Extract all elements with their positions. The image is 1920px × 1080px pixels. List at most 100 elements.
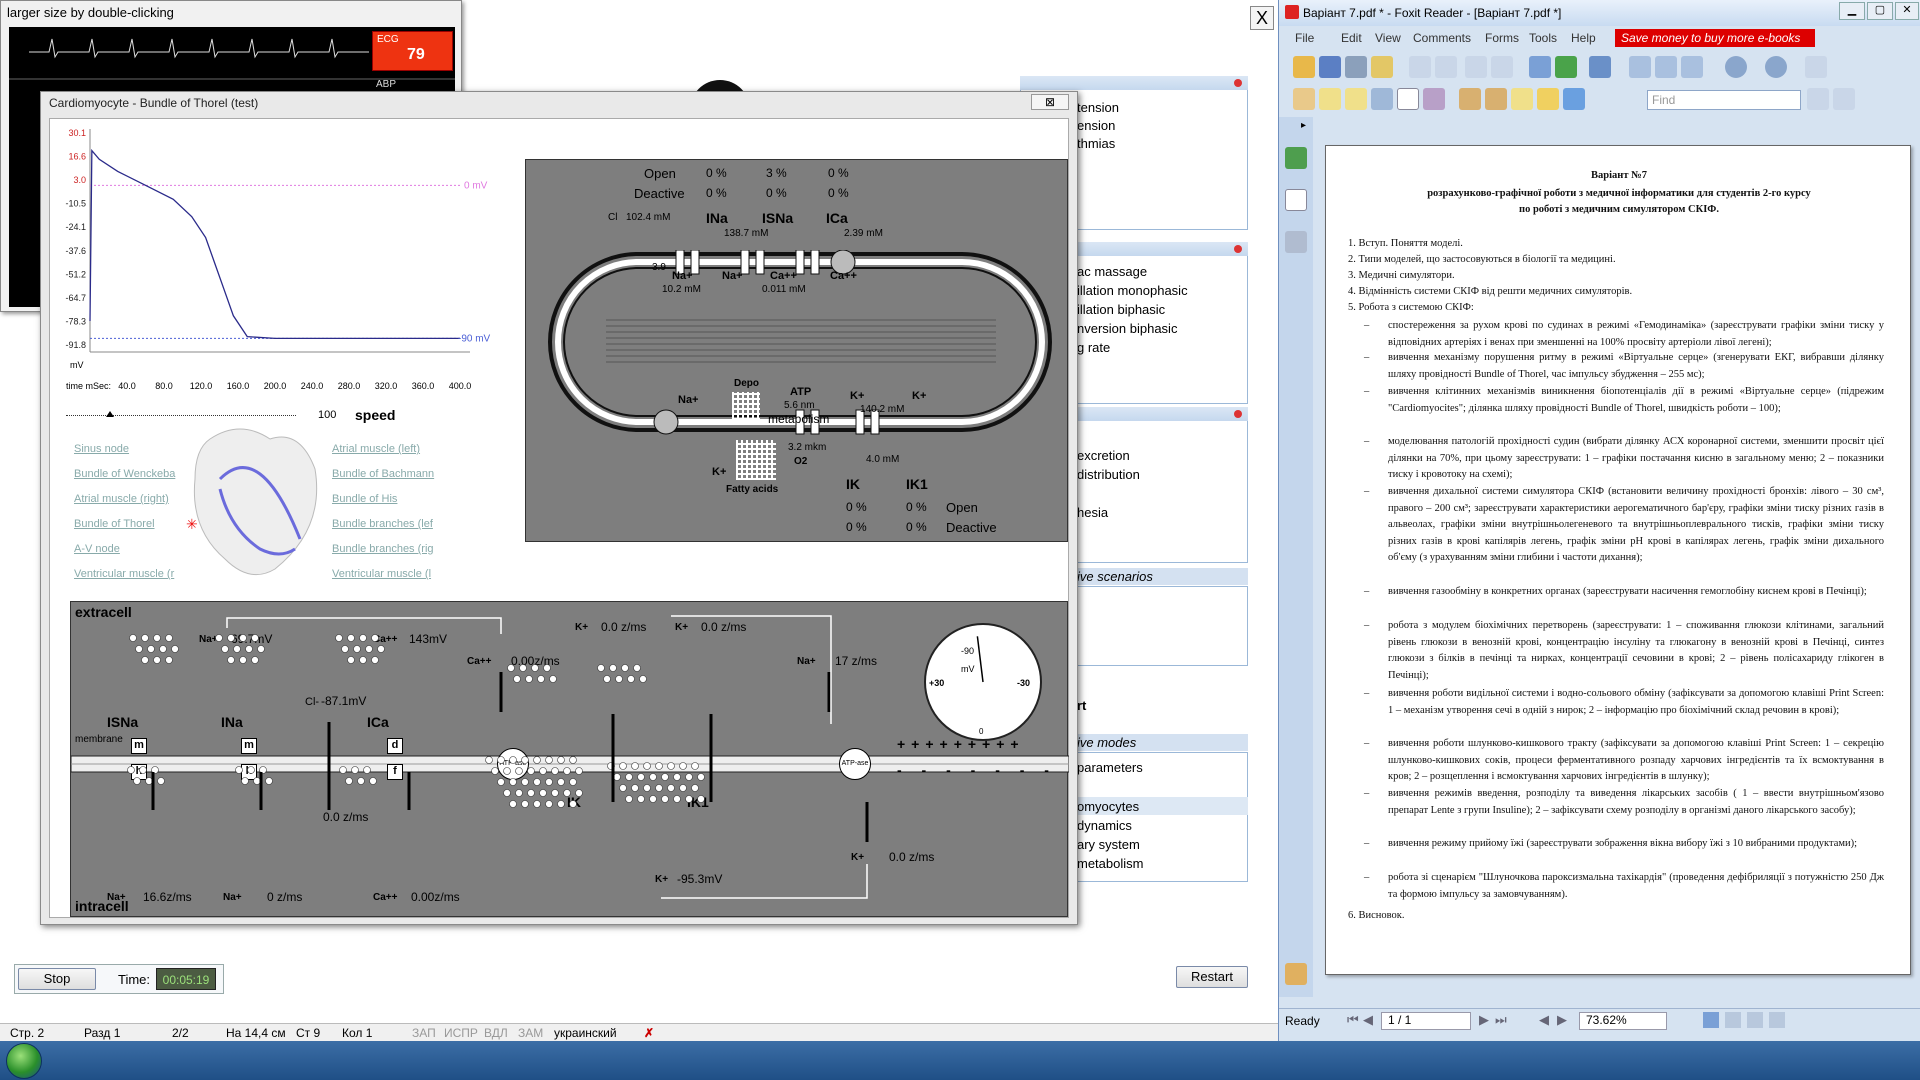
redo-icon[interactable] xyxy=(1555,56,1577,78)
menu-item[interactable]: parameters xyxy=(1077,760,1143,775)
zoom-out-icon[interactable] xyxy=(1725,56,1747,78)
zoom-select[interactable]: 73.62% xyxy=(1579,1012,1667,1030)
book-icon[interactable] xyxy=(1371,88,1393,110)
link-bundle-his[interactable]: Bundle of His xyxy=(332,493,397,505)
single-page-icon[interactable] xyxy=(1703,1012,1719,1028)
prev-page-icon[interactable] xyxy=(1409,56,1431,78)
maximize-button[interactable]: ▢ xyxy=(1867,2,1893,20)
hand-tool-icon[interactable] xyxy=(1293,88,1315,110)
find-next-icon[interactable] xyxy=(1833,88,1855,110)
stop-button[interactable]: Stop xyxy=(18,968,96,990)
menu-help[interactable]: Help xyxy=(1571,31,1596,45)
start-button-icon[interactable] xyxy=(6,1043,42,1079)
menu-item[interactable]: metabolism xyxy=(1077,856,1143,871)
link-av-node[interactable]: A-V node xyxy=(74,543,120,555)
forward-icon[interactable] xyxy=(1491,56,1513,78)
close-button[interactable]: ✕ xyxy=(1895,2,1919,20)
facing-icon[interactable] xyxy=(1747,1012,1763,1028)
menu-item-active[interactable]: omyocytes xyxy=(1077,799,1139,814)
menu-item[interactable]: distribution xyxy=(1077,467,1140,482)
cm-close-button[interactable]: ⊠ xyxy=(1031,94,1069,110)
fit-page-icon[interactable] xyxy=(1629,56,1651,78)
text-tool-icon[interactable] xyxy=(1397,88,1419,110)
undo-icon[interactable] xyxy=(1529,56,1551,78)
speed-slider-thumb[interactable] xyxy=(106,411,114,417)
save-icon[interactable] xyxy=(1319,56,1341,78)
menu-item[interactable]: tension xyxy=(1077,100,1119,115)
arrow-tool-icon[interactable] xyxy=(1563,88,1585,110)
link-bundle-thorel[interactable]: Bundle of Thorel xyxy=(74,518,155,530)
menu-item[interactable]: nversion biphasic xyxy=(1077,321,1177,336)
open-icon[interactable] xyxy=(1293,56,1315,78)
menu-forms[interactable]: Forms xyxy=(1485,31,1519,45)
link-atrial-right[interactable]: Atrial muscle (right) xyxy=(74,493,169,505)
menu-item[interactable]: dynamics xyxy=(1077,818,1132,833)
select-text-icon[interactable] xyxy=(1319,88,1341,110)
menu-view[interactable]: View xyxy=(1375,31,1401,45)
link-bundle-bachmann[interactable]: Bundle of Bachmann xyxy=(332,468,434,480)
status-rec[interactable]: ЗАП xyxy=(412,1026,436,1040)
restart-button[interactable]: Restart xyxy=(1176,966,1248,988)
menu-file[interactable]: File xyxy=(1295,31,1314,45)
menu-item[interactable]: illation biphasic xyxy=(1077,302,1165,317)
continuous-facing-icon[interactable] xyxy=(1769,1012,1785,1028)
attach-icon[interactable] xyxy=(1459,88,1481,110)
attachments-icon[interactable] xyxy=(1285,963,1307,985)
menu-item[interactable]: illation monophasic xyxy=(1077,283,1188,298)
simulator-close-button[interactable]: X xyxy=(1250,6,1274,30)
find-prev-icon[interactable] xyxy=(1807,88,1829,110)
menu-item[interactable]: hesia xyxy=(1077,505,1108,520)
fit-visible-icon[interactable] xyxy=(1681,56,1703,78)
menu-item[interactable]: excretion xyxy=(1077,448,1130,463)
link-atrial-left[interactable]: Atrial muscle (left) xyxy=(332,443,420,455)
foxit-ad-banner[interactable]: Save money to buy more e-books xyxy=(1615,29,1815,47)
menu-comments[interactable]: Comments xyxy=(1413,31,1471,45)
speed-slider-track[interactable] xyxy=(66,415,296,416)
next-page-status-icon[interactable]: ▶ xyxy=(1479,1012,1489,1028)
typewriter-icon[interactable] xyxy=(1511,88,1533,110)
layers-icon[interactable] xyxy=(1285,231,1307,253)
status-language[interactable]: украинский xyxy=(554,1026,617,1040)
link-bundle-wenckebach[interactable]: Bundle of Wenckeba xyxy=(74,468,175,480)
spellcheck-icon[interactable]: ✗ xyxy=(644,1026,654,1040)
last-page-icon[interactable]: ⏭ xyxy=(1495,1012,1507,1028)
link-ventricular-right[interactable]: Ventricular muscle (r xyxy=(74,568,174,580)
link-bundle-branches-right[interactable]: Bundle branches (rig xyxy=(332,543,434,555)
bookmarks-icon[interactable] xyxy=(1285,147,1307,169)
continuous-icon[interactable] xyxy=(1725,1012,1741,1028)
select-icon[interactable] xyxy=(1345,88,1367,110)
print-icon[interactable] xyxy=(1345,56,1367,78)
find-input[interactable]: Find xyxy=(1647,90,1801,110)
zoom-in-icon[interactable] xyxy=(1589,56,1611,78)
collapse-panel-icon[interactable]: ▸ xyxy=(1301,120,1306,131)
link-sinus-node[interactable]: Sinus node xyxy=(74,443,129,455)
menu-tools[interactable]: Tools xyxy=(1529,31,1557,45)
note-icon[interactable] xyxy=(1537,88,1559,110)
pencil-icon[interactable] xyxy=(1485,88,1507,110)
cardiomyocyte-window[interactable]: Cardiomyocyte - Bundle of Thorel (test) … xyxy=(40,91,1078,925)
nav-back-icon[interactable]: ◀ xyxy=(1539,1012,1549,1028)
link-ventricular-left[interactable]: Ventricular muscle (l xyxy=(332,568,431,580)
status-trk[interactable]: ИСПР xyxy=(444,1026,478,1040)
menu-item[interactable]: rt xyxy=(1077,698,1086,713)
menu-item[interactable]: ary system xyxy=(1077,837,1140,852)
status-ovr[interactable]: ЗАМ xyxy=(518,1026,543,1040)
menu-item[interactable]: ension xyxy=(1077,118,1115,133)
snapshot-icon[interactable] xyxy=(1423,88,1445,110)
minimize-button[interactable]: ▁ xyxy=(1839,2,1865,20)
rotate-icon[interactable] xyxy=(1805,56,1827,78)
nav-forward-icon[interactable]: ▶ xyxy=(1557,1012,1567,1028)
menu-item[interactable]: thmias xyxy=(1077,136,1115,151)
back-icon[interactable] xyxy=(1465,56,1487,78)
prev-page-status-icon[interactable]: ◀ xyxy=(1363,1012,1373,1028)
next-page-icon[interactable] xyxy=(1435,56,1457,78)
zoom-plus-icon[interactable] xyxy=(1765,56,1787,78)
menu-edit[interactable]: Edit xyxy=(1341,31,1362,45)
email-icon[interactable] xyxy=(1371,56,1393,78)
pages-icon[interactable] xyxy=(1285,189,1307,211)
heart-diagram[interactable]: ✳ xyxy=(180,419,330,589)
fit-width-icon[interactable] xyxy=(1655,56,1677,78)
menu-item[interactable]: g rate xyxy=(1077,340,1110,355)
status-ext[interactable]: ВДЛ xyxy=(484,1026,508,1040)
foxit-reader-window[interactable]: Варіант 7.pdf * - Foxit Reader - [Варіан… xyxy=(1278,0,1920,1041)
